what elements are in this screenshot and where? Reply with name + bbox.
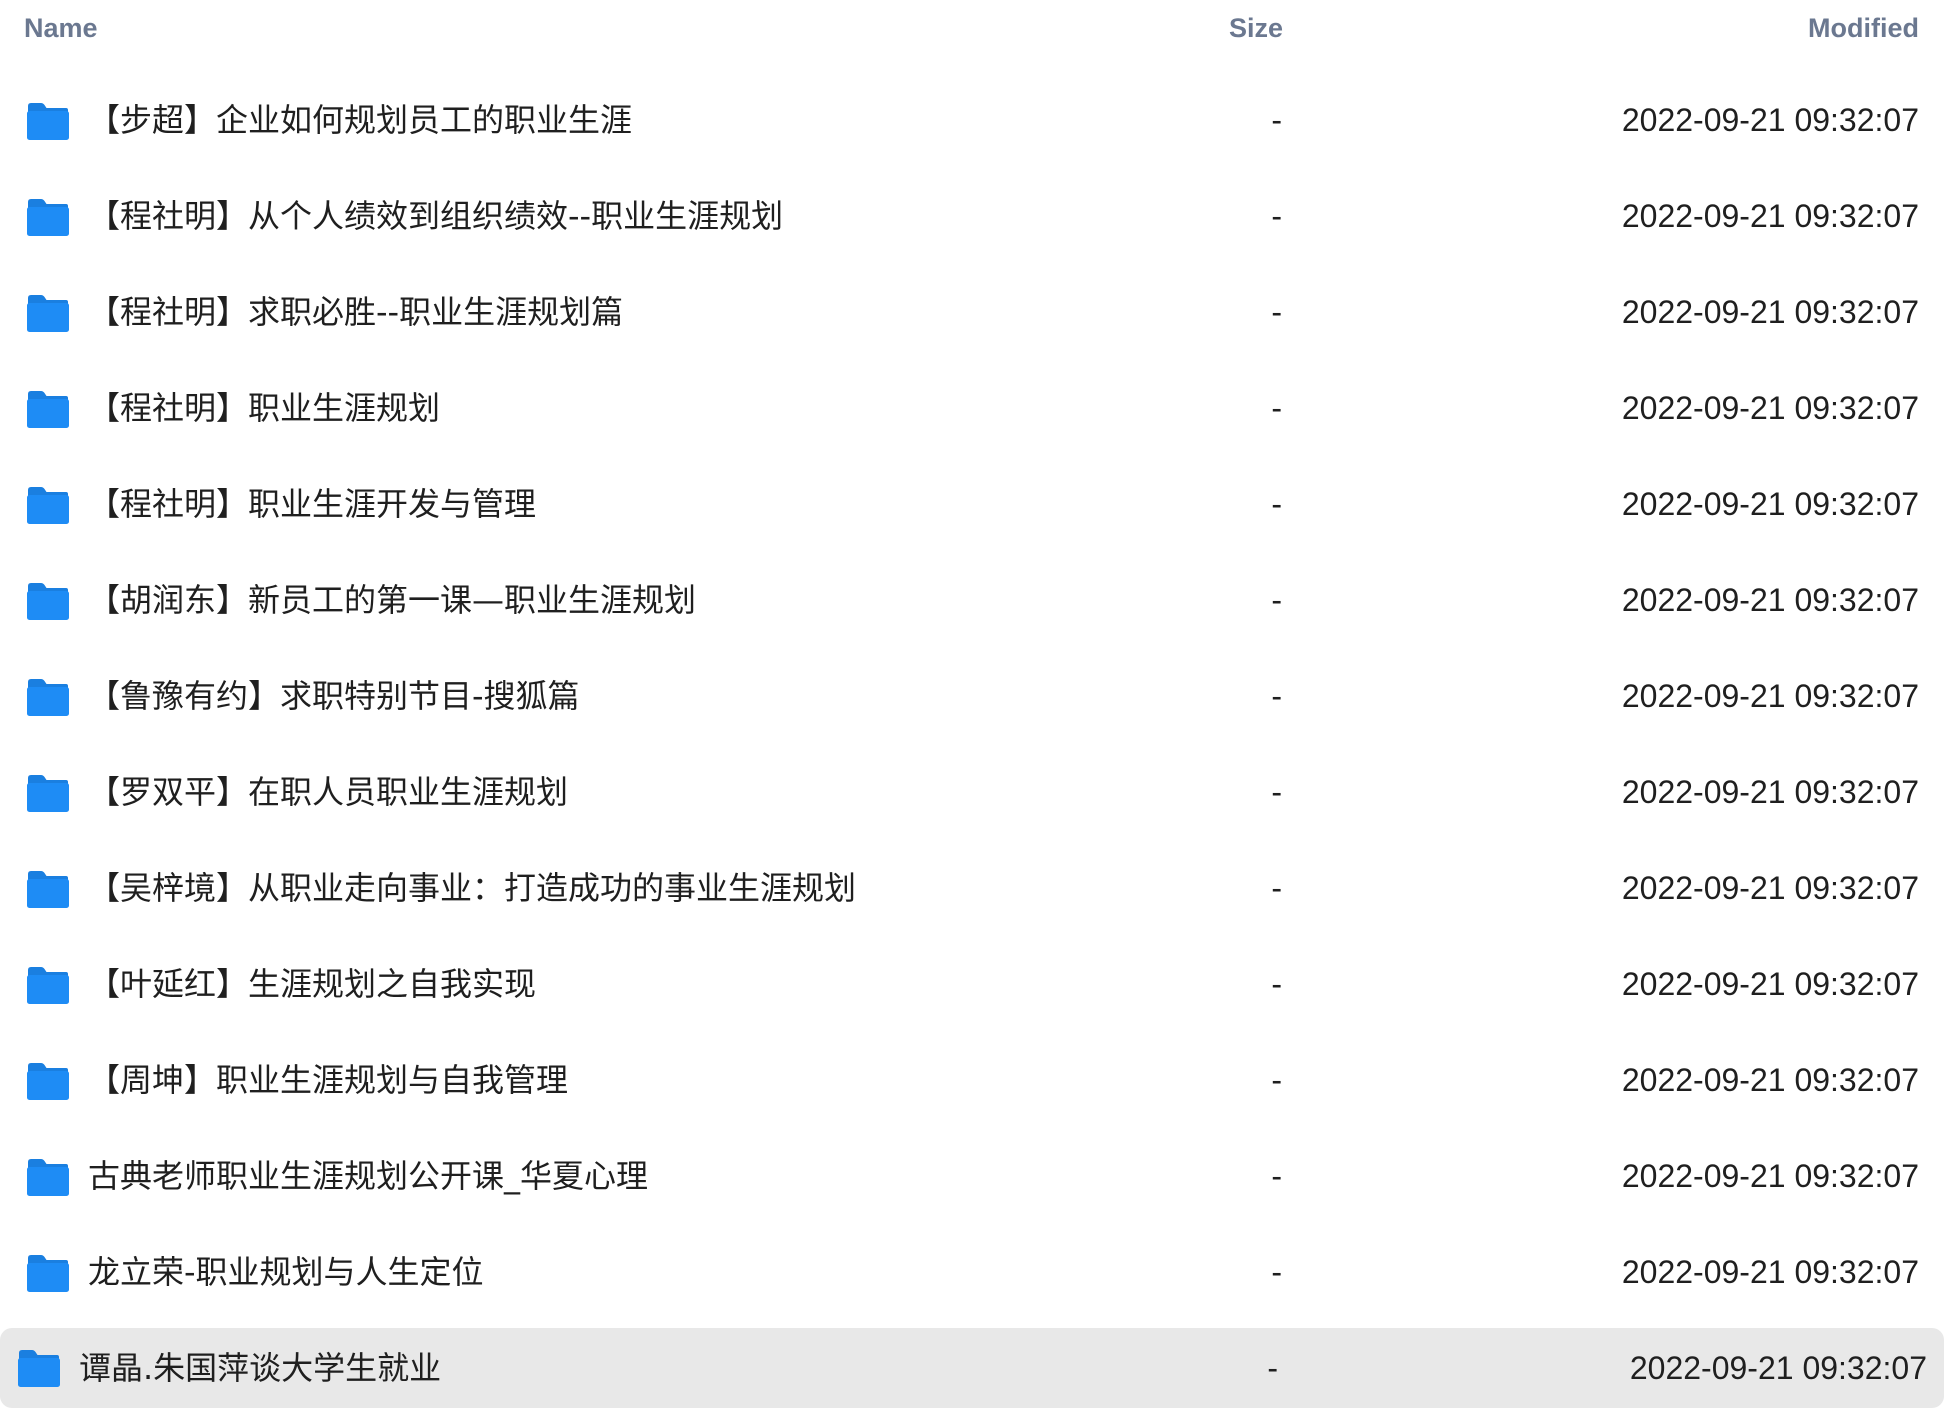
column-header-modified[interactable]: Modified (1808, 10, 1919, 46)
file-row[interactable]: 【周坤】职业生涯规划与自我管理 - 2022-09-21 09:32:07 (0, 1032, 1946, 1128)
file-modified: 2022-09-21 09:32:07 (1621, 390, 1919, 426)
folder-icon (26, 1254, 69, 1292)
folder-icon (26, 1062, 69, 1100)
file-size: - (1271, 198, 1282, 234)
file-name: 古典老师职业生涯规划公开课_华夏心理 (88, 1157, 649, 1195)
file-name: 【程社明】从个人绩效到组织绩效--职业生涯规划 (88, 197, 784, 235)
file-row[interactable]: 【程社明】职业生涯规划 - 2022-09-21 09:32:07 (0, 360, 1946, 456)
column-header-size[interactable]: Size (1229, 10, 1283, 46)
file-name: 谭晶.朱国萍谈大学生就业 (79, 1349, 442, 1387)
folder-icon (26, 102, 69, 140)
file-size: - (1271, 774, 1282, 810)
file-size: - (1267, 1350, 1278, 1386)
file-size: - (1271, 1062, 1282, 1098)
file-modified: 2022-09-21 09:32:07 (1621, 870, 1919, 906)
file-size: - (1271, 870, 1282, 906)
file-name: 龙立荣-职业规划与人生定位 (88, 1253, 484, 1291)
file-size: - (1271, 390, 1282, 426)
folder-icon (26, 774, 69, 812)
file-modified: 2022-09-21 09:32:07 (1621, 198, 1919, 234)
file-name: 【叶延红】生涯规划之自我实现 (88, 965, 537, 1003)
file-modified: 2022-09-21 09:32:07 (1621, 294, 1919, 330)
file-modified: 2022-09-21 09:32:07 (1621, 102, 1919, 138)
folder-icon (26, 486, 69, 524)
file-name: 【鲁豫有约】求职特别节目-搜狐篇 (88, 677, 580, 715)
file-row[interactable]: 【罗双平】在职人员职业生涯规划 - 2022-09-21 09:32:07 (0, 744, 1946, 840)
file-row[interactable]: 【程社明】求职必胜--职业生涯规划篇 - 2022-09-21 09:32:07 (0, 264, 1946, 360)
folder-icon (17, 1349, 60, 1387)
file-modified: 2022-09-21 09:32:07 (1621, 678, 1919, 714)
column-header: Name Size Modified (0, 0, 1946, 56)
file-name: 【程社明】职业生涯规划 (88, 389, 441, 427)
file-row[interactable]: 古典老师职业生涯规划公开课_华夏心理 - 2022-09-21 09:32:07 (0, 1128, 1946, 1224)
folder-icon (26, 198, 69, 236)
folder-icon (26, 294, 69, 332)
file-size: - (1271, 1254, 1282, 1290)
file-row[interactable]: 【胡润东】新员工的第一课—职业生涯规划 - 2022-09-21 09:32:0… (0, 552, 1946, 648)
file-name: 【周坤】职业生涯规划与自我管理 (88, 1061, 569, 1099)
file-name: 【程社明】职业生涯开发与管理 (88, 485, 537, 523)
folder-icon (26, 966, 69, 1004)
file-name: 【胡润东】新员工的第一课—职业生涯规划 (88, 581, 697, 619)
folder-icon (26, 678, 69, 716)
folder-icon (26, 390, 69, 428)
file-size: - (1271, 582, 1282, 618)
file-row[interactable]: 【程社明】职业生涯开发与管理 - 2022-09-21 09:32:07 (0, 456, 1946, 552)
file-row[interactable]: 【吴梓境】从职业走向事业：打造成功的事业生涯规划 - 2022-09-21 09… (0, 840, 1946, 936)
file-name: 【程社明】求职必胜--职业生涯规划篇 (88, 293, 624, 331)
file-row[interactable]: 【步超】企业如何规划员工的职业生涯 - 2022-09-21 09:32:07 (0, 72, 1946, 168)
folder-icon (26, 582, 69, 620)
file-size: - (1271, 1158, 1282, 1194)
file-size: - (1271, 678, 1282, 714)
file-modified: 2022-09-21 09:32:07 (1621, 1062, 1919, 1098)
file-size: - (1271, 294, 1282, 330)
file-row[interactable]: 谭晶.朱国萍谈大学生就业 - 2022-09-21 09:32:07 (0, 1328, 1944, 1408)
folder-icon (26, 1158, 69, 1196)
file-modified: 2022-09-21 09:32:07 (1621, 582, 1919, 618)
file-size: - (1271, 966, 1282, 1002)
file-rows: 【步超】企业如何规划员工的职业生涯 - 2022-09-21 09:32:07 … (0, 72, 1946, 1408)
file-modified: 2022-09-21 09:32:07 (1621, 486, 1919, 522)
file-name: 【吴梓境】从职业走向事业：打造成功的事业生涯规划 (88, 869, 857, 907)
file-size: - (1271, 486, 1282, 522)
folder-icon (26, 870, 69, 908)
file-modified: 2022-09-21 09:32:07 (1621, 966, 1919, 1002)
file-name: 【步超】企业如何规划员工的职业生涯 (88, 101, 633, 139)
file-row[interactable]: 【程社明】从个人绩效到组织绩效--职业生涯规划 - 2022-09-21 09:… (0, 168, 1946, 264)
file-modified: 2022-09-21 09:32:07 (1629, 1350, 1927, 1386)
file-row[interactable]: 【鲁豫有约】求职特别节目-搜狐篇 - 2022-09-21 09:32:07 (0, 648, 1946, 744)
file-list: Name Size Modified 【步超】企业如何规划员工的职业生涯 - 2… (0, 0, 1946, 1416)
file-row[interactable]: 【叶延红】生涯规划之自我实现 - 2022-09-21 09:32:07 (0, 936, 1946, 1032)
column-header-name[interactable]: Name (24, 10, 98, 46)
file-modified: 2022-09-21 09:32:07 (1621, 1158, 1919, 1194)
file-modified: 2022-09-21 09:32:07 (1621, 1254, 1919, 1290)
file-row[interactable]: 龙立荣-职业规划与人生定位 - 2022-09-21 09:32:07 (0, 1224, 1946, 1320)
file-size: - (1271, 102, 1282, 138)
file-modified: 2022-09-21 09:32:07 (1621, 774, 1919, 810)
file-name: 【罗双平】在职人员职业生涯规划 (88, 773, 569, 811)
